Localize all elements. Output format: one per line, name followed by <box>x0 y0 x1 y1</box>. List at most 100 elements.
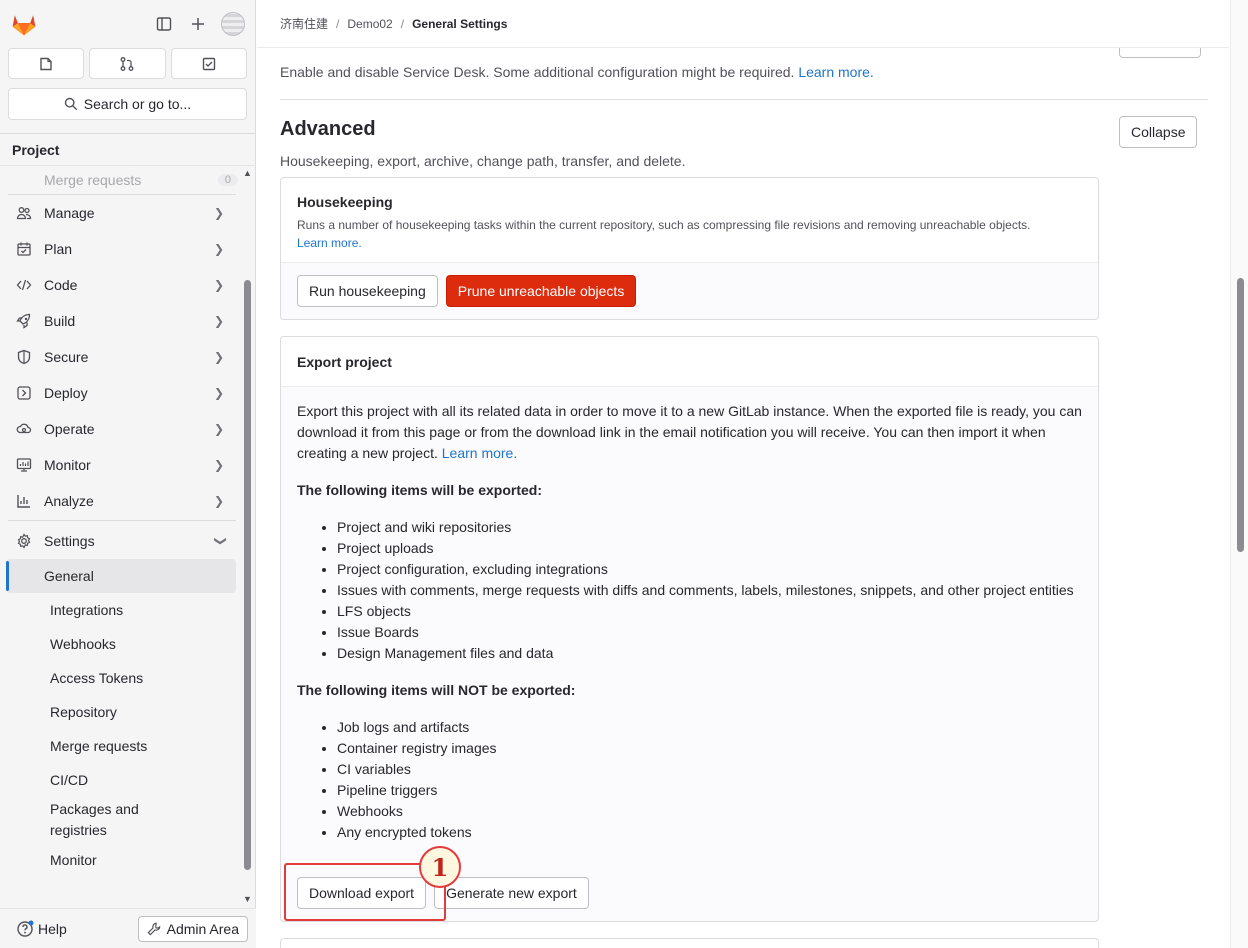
settings-monitor[interactable]: Monitor <box>6 843 236 877</box>
settings-general[interactable]: General <box>6 559 236 593</box>
section-divider <box>280 99 1208 100</box>
chevron-down-icon: ❯ <box>213 535 228 547</box>
issues-icon <box>40 57 52 70</box>
rocket-icon <box>16 313 32 329</box>
list-item: Project configuration, excluding integra… <box>337 559 1087 580</box>
export-intro-text: Export this project with all its related… <box>297 403 1082 461</box>
nav-secure[interactable]: Secure ❯ <box>0 339 256 375</box>
monitor-icon <box>16 457 32 473</box>
sidebar-nav: Merge requests 0 Manage ❯ Plan ❯ Code ❯ … <box>0 165 256 905</box>
list-item: Any encrypted tokens <box>337 822 1087 843</box>
breadcrumb-separator: / <box>400 16 405 31</box>
breadcrumb: 济南住建 / Demo02 / General Settings <box>257 0 1229 48</box>
settings-repository[interactable]: Repository <box>6 695 236 729</box>
list-item: Webhooks <box>337 801 1087 822</box>
merge-requests-button[interactable] <box>89 48 166 79</box>
run-housekeeping-button[interactable]: Run housekeeping <box>297 275 438 307</box>
page-scrollbar-thumb[interactable] <box>1237 278 1244 552</box>
nav-build[interactable]: Build ❯ <box>0 303 256 339</box>
collapse-button[interactable]: Collapse <box>1119 116 1198 148</box>
nav-label: Plan <box>44 241 73 257</box>
service-desk-learn-more-link[interactable]: Learn more. <box>798 64 873 80</box>
scroll-down-icon[interactable]: ▼ <box>243 894 252 904</box>
list-item: Design Management files and data <box>337 643 1087 664</box>
nav-plan[interactable]: Plan ❯ <box>0 231 256 267</box>
quick-actions <box>0 48 255 79</box>
settings-packages-registries[interactable]: Packages and registries <box>6 797 236 843</box>
plus-icon[interactable] <box>187 13 209 35</box>
sidebar-item-label: Merge requests <box>44 172 142 188</box>
list-item: LFS objects <box>337 601 1087 622</box>
todo-button[interactable] <box>170 48 247 79</box>
nav-monitor[interactable]: Monitor ❯ <box>0 447 256 483</box>
search-placeholder: Search or go to... <box>83 96 192 112</box>
shield-icon <box>16 349 32 365</box>
issues-button[interactable] <box>8 48 85 79</box>
nav-deploy[interactable]: Deploy ❯ <box>0 375 256 411</box>
gear-icon <box>16 533 32 549</box>
sidebar-item-merge-requests[interactable]: Merge requests 0 <box>0 166 256 194</box>
exported-items-list: Project and wiki repositories Project up… <box>337 517 1087 664</box>
nav-label: Monitor <box>44 457 91 473</box>
not-exported-items-list: Job logs and artifacts Container registr… <box>337 717 1087 843</box>
context-title: Project <box>0 133 255 165</box>
list-item: Pipeline triggers <box>337 780 1087 801</box>
chevron-right-icon: ❯ <box>213 458 224 472</box>
chevron-right-icon: ❯ <box>213 206 224 220</box>
collapse-sidebar-icon[interactable] <box>153 13 175 35</box>
sidebar-footer: Help Admin Area <box>0 908 256 948</box>
search-button[interactable]: Search or go to... <box>8 88 247 120</box>
nav-code[interactable]: Code ❯ <box>0 267 256 303</box>
nav-analyze[interactable]: Analyze ❯ <box>0 483 256 519</box>
annotation-step-badge: 1 <box>419 846 461 888</box>
nav-label: Deploy <box>44 385 88 401</box>
scrollbar-thumb[interactable] <box>244 280 251 870</box>
chevron-right-icon: ❯ <box>213 494 224 508</box>
settings-integrations[interactable]: Integrations <box>6 593 236 627</box>
sidebar-scrollbar[interactable]: ▲ ▼ <box>241 168 253 904</box>
nav-label: Analyze <box>44 493 94 509</box>
user-avatar[interactable] <box>221 12 245 36</box>
breadcrumb-group[interactable]: 济南住建 <box>280 15 328 32</box>
gitlab-logo-icon[interactable] <box>10 10 38 38</box>
service-desk-description: Enable and disable Service Desk. Some ad… <box>280 64 874 80</box>
admin-area-button[interactable]: Admin Area <box>137 915 248 942</box>
settings-ci-cd[interactable]: CI/CD <box>6 763 236 797</box>
scroll-up-icon[interactable]: ▲ <box>243 168 252 178</box>
nav-settings[interactable]: Settings ❯ <box>0 523 256 559</box>
merge-request-icon <box>121 56 134 71</box>
generate-new-export-button[interactable]: Generate new export <box>434 877 589 909</box>
help-button[interactable]: Help <box>8 920 67 938</box>
export-project-body: Export this project with all its related… <box>281 387 1098 843</box>
divider <box>8 520 236 521</box>
nav-label: Settings <box>44 533 95 549</box>
list-item: Issues with comments, merge requests wit… <box>337 580 1087 601</box>
chevron-right-icon: ❯ <box>213 386 224 400</box>
advanced-section-title: Advanced <box>280 118 376 140</box>
list-item: Container registry images <box>337 738 1087 759</box>
chevron-right-icon: ❯ <box>213 422 224 436</box>
deployments-icon <box>16 385 32 401</box>
settings-merge-requests[interactable]: Merge requests <box>6 729 236 763</box>
service-desk-expand-button[interactable] <box>1119 48 1201 58</box>
housekeeping-card: Housekeeping Runs a number of housekeepi… <box>280 177 1099 320</box>
settings-webhooks[interactable]: Webhooks <box>6 627 236 661</box>
settings-access-tokens[interactable]: Access Tokens <box>6 661 236 695</box>
nav-operate[interactable]: Operate ❯ <box>0 411 256 447</box>
next-section-card <box>280 938 1099 948</box>
breadcrumb-project[interactable]: Demo02 <box>347 17 392 31</box>
housekeeping-learn-more-link[interactable]: Learn more. <box>297 236 362 250</box>
list-item: Issue Boards <box>337 622 1087 643</box>
export-learn-more-link[interactable]: Learn more. <box>442 445 517 461</box>
wrench-icon <box>147 922 160 935</box>
breadcrumb-separator: / <box>336 16 340 31</box>
list-item: Job logs and artifacts <box>337 717 1087 738</box>
sidebar: Search or go to... Project Merge request… <box>0 0 256 948</box>
nav-manage[interactable]: Manage ❯ <box>0 195 256 231</box>
prune-unreachable-objects-button[interactable]: Prune unreachable objects <box>445 275 637 307</box>
breadcrumb-current[interactable]: General Settings <box>412 17 507 31</box>
chevron-right-icon: ❯ <box>213 314 224 328</box>
housekeeping-actions: Run housekeeping Prune unreachable objec… <box>281 263 1098 319</box>
page-scrollbar[interactable] <box>1230 0 1248 948</box>
list-item: Project uploads <box>337 538 1087 559</box>
